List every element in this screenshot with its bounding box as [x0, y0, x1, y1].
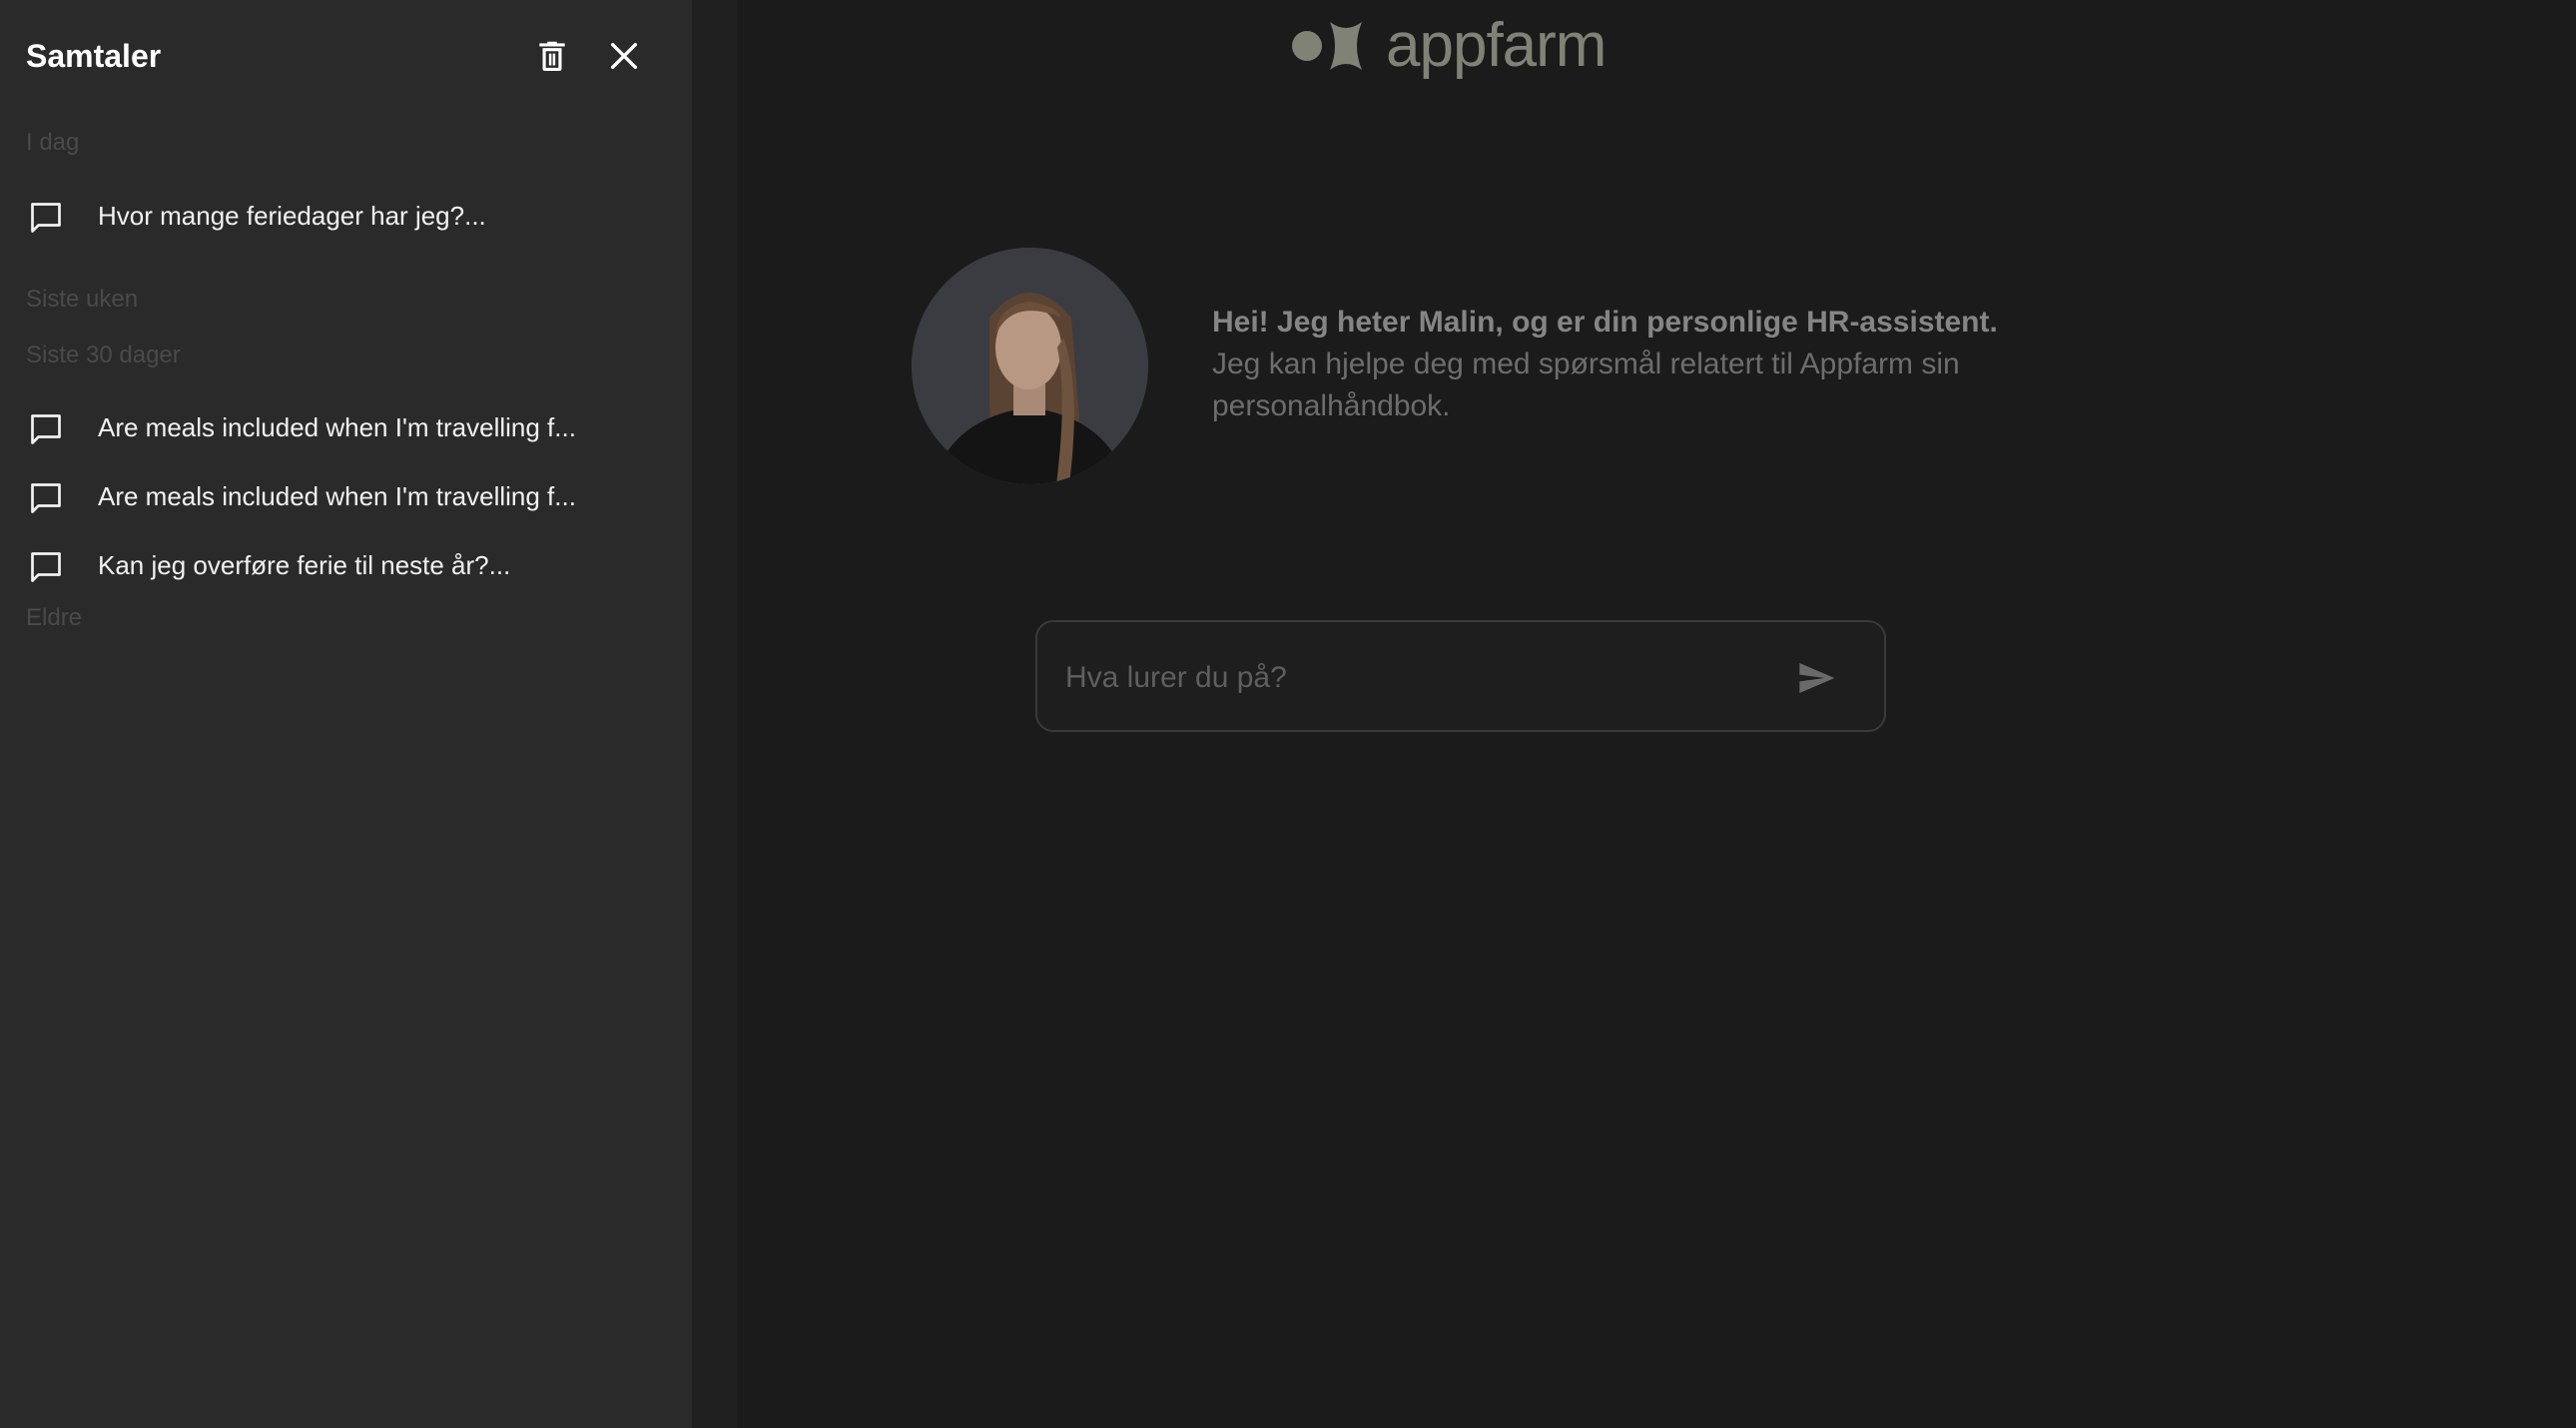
assistant-avatar — [912, 248, 1148, 484]
assistant-intro: Hei! Jeg heter Malin, og er din personli… — [1212, 302, 2310, 427]
close-icon — [610, 42, 638, 70]
intro-title: Hei! Jeg heter Malin, og er din personli… — [1212, 306, 1998, 339]
conversation-item[interactable]: Kan jeg overføre ferie til neste år?... — [0, 535, 692, 597]
question-input-box[interactable] — [1035, 620, 1886, 732]
drawer-title: Samtaler — [26, 38, 162, 74]
logo-text: appfarm — [1386, 11, 1607, 80]
conversation-label: Are meals included when I'm travelling f… — [98, 481, 576, 511]
section-label-today: I dag — [26, 129, 80, 156]
section-label-last-week: Siste uken — [26, 286, 139, 313]
intro-body-line-2: personalhåndbok. — [1212, 389, 1451, 422]
appfarm-logo-icon — [1292, 22, 1362, 70]
chat-bubble-icon — [31, 552, 61, 582]
conversation-item[interactable]: Hvor mange feriedager har jeg?... — [0, 186, 692, 248]
conversation-label: Kan jeg overføre ferie til neste år?... — [98, 550, 511, 580]
delete-conversations-button[interactable] — [524, 28, 580, 84]
section-label-last-30-days: Siste 30 dager — [26, 342, 181, 368]
question-input[interactable] — [1063, 648, 1762, 708]
chat-bubble-icon — [31, 414, 61, 444]
trash-icon — [539, 41, 565, 72]
send-button[interactable] — [1788, 652, 1844, 704]
section-label-older: Eldre — [26, 604, 83, 631]
conversation-item[interactable]: Are meals included when I'm travelling f… — [0, 466, 692, 528]
appfarm-logo: appfarm — [1290, 11, 1607, 80]
conversation-label: Hvor mange feriedager har jeg?... — [98, 201, 486, 231]
conversations-drawer: Samtaler I dag Hvor mange feriedager har… — [0, 0, 692, 1428]
conversation-label: Are meals included when I'm travelling f… — [98, 412, 576, 442]
close-drawer-button[interactable] — [596, 28, 652, 84]
chat-bubble-icon — [31, 203, 61, 233]
send-icon — [1799, 663, 1835, 693]
intro-body-line-1: Jeg kan hjelpe deg med spørsmål relatert… — [1212, 348, 1960, 380]
chat-bubble-icon — [31, 483, 61, 513]
main-edge-strip — [692, 0, 737, 1428]
conversation-item[interactable]: Are meals included when I'm travelling f… — [0, 397, 692, 459]
